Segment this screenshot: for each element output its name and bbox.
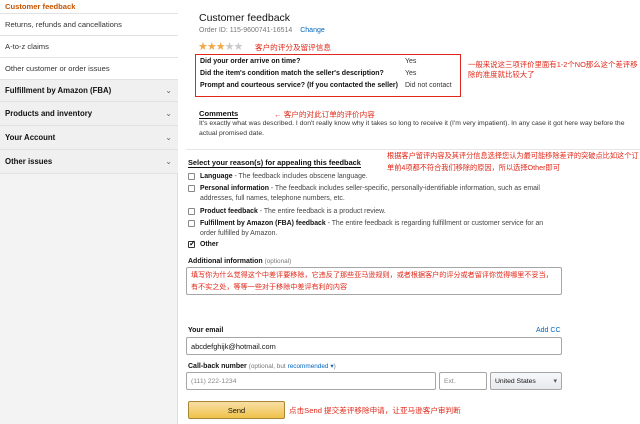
star-rating: ★★★★★ [198,40,244,53]
change-order-link[interactable]: Change [300,27,325,34]
sidebar-section-label: Products and inventory [5,109,93,118]
sidebar-section-account[interactable]: Your Account ⌄ [0,126,178,150]
chevron-down-icon: ⌄ [165,157,172,166]
additional-info-label-text: Additional information [188,258,263,265]
comments-text: It's exactly what was described. I don't… [199,120,625,137]
reason-desc: - The feedback includes obscene language… [232,173,368,180]
order-line: Order ID: 115-9600741-16514 Change [199,27,325,34]
reason-name: Personal information [200,185,269,192]
callback-label: Call-back number (optional, but recommen… [188,362,336,370]
comments-label: Comments [199,109,239,119]
reason-name: Fulfillment by Amazon (FBA) feedback [200,220,326,227]
add-cc-link[interactable]: Add CC [536,327,561,334]
sidebar-item-other-issues[interactable]: Other customer or order issues [0,58,178,80]
star-empty-icon: ★ [224,41,235,53]
checkbox[interactable] [188,173,195,180]
question-answer: Did not contact [405,82,452,89]
optional-hint: (optional, but [248,363,286,370]
star-filled-icon: ★ [206,41,217,53]
phone-input[interactable]: (111) 222-1234 [186,372,436,390]
questions-box: Did your order arrive on time? Yes Did t… [195,54,461,97]
question-answer: Yes [405,58,417,65]
sidebar-section-label: Fulfillment by Amazon (FBA) [5,86,112,95]
chevron-down-icon: ▾ [553,378,557,385]
sidebar-section-label: Other issues [5,157,53,166]
reason-option-fba[interactable]: Fulfillment by Amazon (FBA) feedback - T… [188,219,560,239]
chevron-down-icon: ⌄ [165,86,172,95]
additional-info-text: 填写你为什么觉得这个中差评要移除，它违反了那些亚马逊规则，或者根据客户的评分或者… [191,271,553,291]
comments-label-text: Comments [199,109,239,119]
reasons-title: Select your reason(s) for appealing this… [188,158,361,168]
sidebar-section-label: Your Account [5,133,56,142]
star-filled-icon: ★ [198,41,208,53]
question-text: Did the item's condition match the selle… [200,70,384,77]
optional-close: ) [333,363,336,370]
question-answer: Yes [405,70,417,77]
email-label: Your email [188,327,224,334]
sidebar-item-returns[interactable]: Returns, refunds and cancellations [0,14,178,36]
star-empty-icon: ★ [233,41,244,53]
additional-info-textarea[interactable]: 填写你为什么觉得这个中差评要移除，它违反了那些亚马逊规则，或者根据客户的评分或者… [186,267,562,295]
comments-annotation-text: 客户的对此订单的评价内容 [283,110,375,119]
reason-name: Other [200,241,219,248]
reason-option-other[interactable]: Other [188,239,560,250]
order-id: Order ID: 115-9600741-16514 [199,27,293,34]
country-value: United States [495,377,536,385]
sidebar-section-products[interactable]: Products and inventory ⌄ [0,102,178,126]
callback-label-text: Call-back number [188,363,247,370]
chevron-down-icon: ⌄ [165,109,172,118]
sidebar-item-label: Other customer or order issues [5,64,110,73]
chevron-down-icon: ⌄ [165,133,172,142]
sidebar-item-a-to-z-claims[interactable]: A-to-z claims [0,36,178,58]
ext-input[interactable]: Ext. [439,372,487,390]
sidebar-section-other[interactable]: Other issues ⌄ [0,150,178,174]
arrow-left-icon: ← [274,110,282,119]
main-panel: Customer feedback Order ID: 115-9600741-… [178,0,640,424]
question-text: Did your order arrive on time? [200,58,301,65]
star-filled-icon: ★ [215,41,226,53]
sidebar: Customer feedback Returns, refunds and c… [0,0,178,424]
recommended-link[interactable]: recommended [288,363,329,370]
checkbox[interactable] [188,220,195,227]
checkbox[interactable] [188,208,195,215]
reason-name: Product feedback [200,208,258,215]
sidebar-section-fba[interactable]: Fulfillment by Amazon (FBA) ⌄ [0,80,178,102]
country-select[interactable]: United States ▾ [490,372,562,390]
questions-annotation: 一般来说这三项评价里面有1-2个NO那么这个差评移除的准度就比较大了 [468,60,638,79]
email-input[interactable]: abcdefghijk@hotmail.com [186,337,562,355]
sidebar-item-label: Customer feedback [5,2,76,11]
send-annotation: 点击Send 提交差评移除申请，让亚马逊客户审判断 [289,406,461,415]
reason-option-personal-info[interactable]: Personal information - The feedback incl… [188,184,560,204]
additional-info-label: Additional information (optional) [188,258,291,265]
reasons-annotation: 根据客户留评内容及其评分信息选择您认为最可能移除差评的突破点比如这个订单前4项都… [387,151,639,172]
sidebar-item-customer-feedback[interactable]: Customer feedback [0,0,178,14]
reason-name: Language [200,173,233,180]
sidebar-item-label: A-to-z claims [5,42,49,51]
page-title: Customer feedback [199,12,291,24]
question-text: Prompt and courteous service? (If you co… [200,82,398,89]
reason-option-product-feedback[interactable]: Product feedback - The entire feedback i… [188,207,560,217]
rating-annotation: 客户的评分及留评信息 [255,43,331,52]
reasons-title-text: Select your reason(s) for appealing this… [188,158,361,168]
optional-hint: (optional) [264,258,292,265]
send-button[interactable]: Send [188,401,285,419]
checkbox-checked[interactable] [188,239,196,249]
reason-desc: - The entire feedback is a product revie… [257,208,386,215]
reason-option-language[interactable]: Language - The feedback includes obscene… [188,172,560,182]
sidebar-item-label: Returns, refunds and cancellations [5,20,122,29]
checkbox[interactable] [188,185,195,192]
